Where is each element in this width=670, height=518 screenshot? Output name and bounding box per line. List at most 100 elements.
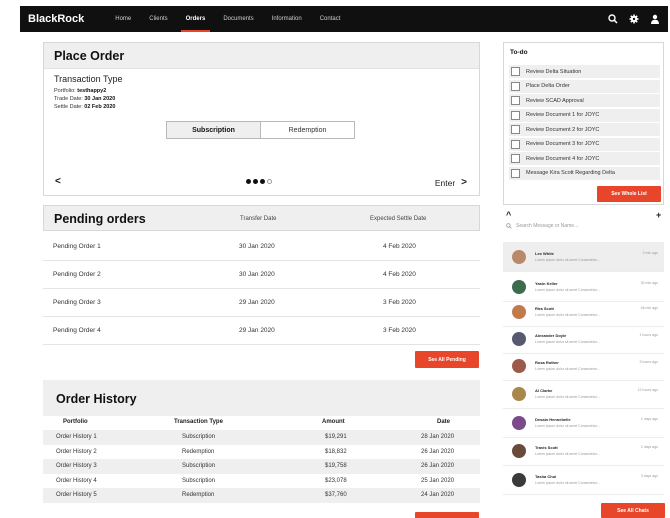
history-portfolio: Order History 5 — [56, 492, 97, 498]
chat-item[interactable]: Rira Scott Lorem ipsum dolor sit amet Co… — [503, 297, 664, 327]
chat-time: 1 hours ago — [639, 333, 659, 337]
nav-item-information[interactable]: Information — [263, 6, 311, 32]
checkbox[interactable] — [511, 67, 520, 76]
avatar — [512, 359, 526, 373]
order-history-header: Order History — [43, 380, 480, 416]
pending-settle: 3 Feb 2020 — [383, 299, 416, 306]
portfolio-column-header[interactable]: Portfolio — [63, 419, 88, 425]
table-row[interactable]: Pending Order 3 29 Jan 2020 3 Feb 2020 — [43, 289, 480, 317]
chat-item[interactable]: Lex White Lorem ipsum dolor sit amet Con… — [503, 242, 664, 272]
trade-date-line: Trade Date: 30 Jan 2020 — [54, 96, 115, 102]
history-date: 26 Jan 2020 — [421, 463, 455, 469]
todo-item[interactable]: Review Document 2 for JOYC — [509, 123, 660, 136]
chat-time: 2 days ago — [640, 445, 658, 449]
brand-logo[interactable]: BlackRock — [28, 13, 84, 25]
chat-preview: Lorem ipsum dolor sit amet Consectetur..… — [535, 367, 600, 371]
checkbox[interactable] — [511, 125, 520, 134]
chat-name: Tasha Choi — [535, 474, 557, 479]
step-dot — [246, 179, 251, 184]
todo-item-label: Review Document 2 for JOYC — [526, 126, 600, 133]
chat-search-input[interactable]: Search Message or Name... — [506, 223, 578, 229]
amount-column-header[interactable]: Amount — [322, 419, 345, 425]
add-chat-icon[interactable]: + — [656, 210, 661, 220]
gear-icon[interactable] — [629, 14, 639, 24]
todo-item[interactable]: Review SCAD Approval — [509, 94, 660, 107]
see-all-chats-button[interactable]: See All Chats — [601, 503, 665, 518]
todo-item[interactable]: Review Document 4 for JOYC — [509, 152, 660, 165]
nav-item-clients[interactable]: Clients — [140, 6, 176, 32]
chat-name: Lex White — [535, 251, 554, 256]
chat-item[interactable]: Travis Scott Lorem ipsum dolor sit amet … — [503, 436, 664, 466]
chat-item[interactable]: Rosa Rother Lorem ipsum dolor sit amet C… — [503, 351, 664, 381]
avatar — [512, 444, 526, 458]
table-row[interactable]: Order History 1 Subscription $19,291 28 … — [43, 430, 480, 445]
history-date: 28 Jan 2020 — [421, 434, 455, 440]
table-row[interactable]: Pending Order 1 30 Jan 2020 4 Feb 2020 — [43, 233, 480, 261]
top-nav: BlackRock Home Clients Orders Documents … — [20, 6, 668, 32]
checkbox[interactable] — [511, 96, 520, 105]
pending-settle: 4 Feb 2020 — [383, 271, 416, 278]
pending-name: Pending Order 3 — [53, 299, 101, 306]
avatar — [512, 473, 526, 487]
pending-settle: 4 Feb 2020 — [383, 243, 416, 250]
search-icon[interactable] — [608, 14, 618, 24]
redemption-option[interactable]: Redemption — [261, 122, 354, 138]
chat-item[interactable]: Tasha Choi Lorem ipsum dolor sit amet Co… — [503, 465, 664, 495]
table-row[interactable]: Order History 4 Subscription $23,078 25 … — [43, 474, 480, 489]
see-all-pending-button[interactable]: See All Pending — [415, 351, 479, 368]
chat-name: Al Clarke — [535, 388, 553, 393]
enter-button[interactable]: Enter > — [435, 177, 467, 188]
chat-item[interactable]: Al Clarke Lorem ipsum dolor sit amet Con… — [503, 379, 664, 409]
chat-preview: Lorem ipsum dolor sit amet Consectetur..… — [535, 288, 600, 292]
history-amount: $19,291 — [325, 434, 347, 440]
pending-name: Pending Order 2 — [53, 271, 101, 278]
table-row[interactable]: Order History 5 Redemption $37,760 24 Ja… — [43, 488, 480, 503]
table-row[interactable]: Pending Order 4 29 Jan 2020 3 Feb 2020 — [43, 317, 480, 345]
settle-date-header: Expected Settle Date — [370, 216, 427, 222]
see-all-history-button[interactable] — [415, 512, 479, 518]
table-row[interactable]: Order History 3 Subscription $19,758 26 … — [43, 459, 480, 474]
checkbox[interactable] — [511, 110, 520, 120]
todo-item[interactable]: Review Document 3 for JOYC — [509, 137, 660, 151]
step-dot — [260, 179, 265, 184]
transaction-type-toggle: Subscription Redemption — [166, 121, 355, 139]
history-amount: $23,078 — [325, 477, 347, 484]
avatar — [512, 305, 526, 319]
todo-title: To-do — [510, 49, 528, 56]
checkbox[interactable] — [511, 168, 520, 178]
todo-item[interactable]: Place Delta Order — [509, 79, 660, 93]
checkbox[interactable] — [511, 81, 520, 91]
table-row[interactable]: Order History 2 Redemption $18,832 26 Ja… — [43, 445, 480, 460]
see-whole-list-button[interactable]: See Whole List — [597, 186, 661, 202]
avatar — [512, 250, 526, 264]
nav-item-contact[interactable]: Contact — [311, 6, 350, 32]
chat-time: 30 min ago — [640, 281, 658, 285]
date-column-header[interactable]: Date — [437, 419, 450, 425]
history-amount: $37,760 — [325, 492, 347, 498]
trade-date-label: Trade Date: — [54, 96, 83, 102]
checkbox[interactable] — [511, 139, 520, 149]
nav-item-documents[interactable]: Documents — [214, 6, 262, 32]
todo-item[interactable]: Review Delta Situation — [509, 65, 660, 78]
pending-transfer: 30 Jan 2020 — [239, 271, 275, 278]
settle-date-line: Settle Date: 02 Feb 2020 — [54, 104, 115, 110]
transaction-type-column-header[interactable]: Transaction Type — [174, 419, 223, 425]
todo-item[interactable]: Message Kira Scott Regarding Delta — [509, 166, 660, 180]
history-portfolio: Order History 3 — [56, 463, 97, 469]
chat-item[interactable]: Alexander Doyle Lorem ipsum dolor sit am… — [503, 324, 664, 354]
nav-item-home[interactable]: Home — [106, 6, 140, 32]
order-history-title: Order History — [56, 392, 137, 406]
pending-settle: 3 Feb 2020 — [383, 327, 416, 334]
chat-item[interactable]: Desain Hennebelle Lorem ipsum dolor sit … — [503, 408, 664, 438]
nav-item-orders[interactable]: Orders — [177, 6, 215, 32]
history-date: 25 Jan 2020 — [421, 477, 455, 484]
pending-orders-header: Pending orders Transfer Date Expected Se… — [43, 205, 480, 231]
checkbox[interactable] — [511, 154, 520, 163]
chevron-up-icon[interactable]: ^ — [506, 210, 511, 220]
todo-item-label: Review Delta Situation — [526, 68, 582, 75]
table-row[interactable]: Pending Order 2 30 Jan 2020 4 Feb 2020 — [43, 261, 480, 289]
prev-button[interactable]: < — [55, 176, 61, 187]
subscription-option[interactable]: Subscription — [167, 122, 261, 138]
todo-item[interactable]: Review Document 1 for JOYC — [509, 108, 660, 122]
user-icon[interactable] — [650, 14, 660, 24]
